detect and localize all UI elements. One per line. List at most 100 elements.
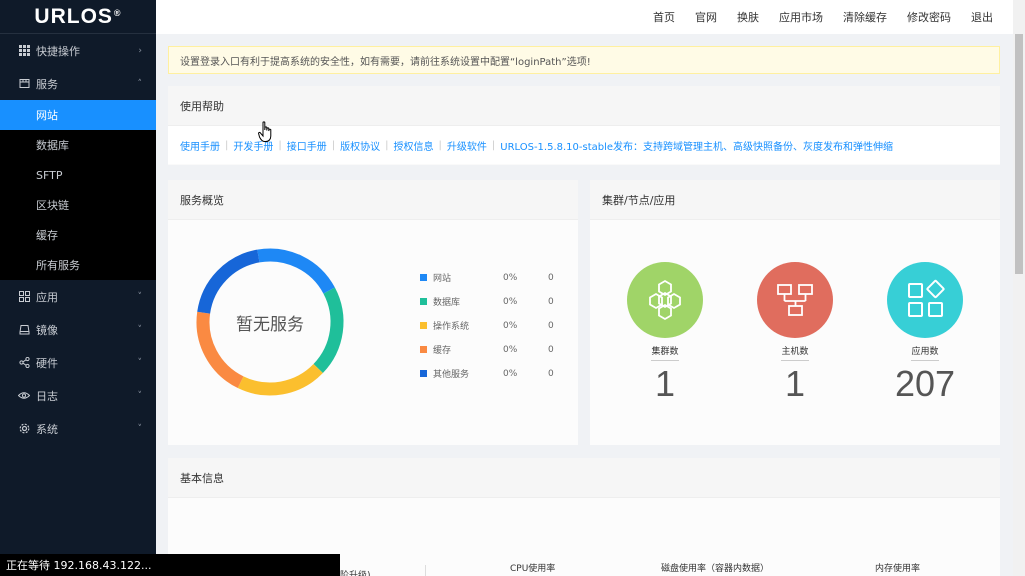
nav-link-clear-cache[interactable]: 清除缓存 bbox=[843, 9, 887, 25]
login-path-alert: 设置登录入口有利于提高系统的安全性，如有需要，请前往系统设置中配置“loginP… bbox=[168, 46, 1000, 74]
legend-count: 0 bbox=[548, 368, 554, 379]
stat-apps[interactable]: 应用数 207 bbox=[885, 262, 965, 405]
separator: | bbox=[491, 139, 496, 151]
separator: | bbox=[278, 139, 282, 151]
logo[interactable]: URLOS ® bbox=[0, 0, 156, 34]
stat-label: 集群数 bbox=[651, 344, 679, 361]
sidebar-item-label: 服务 bbox=[36, 77, 58, 91]
sidebar-item-images[interactable]: 镜像 ˅ bbox=[0, 313, 156, 346]
sidebar-item-label: 系统 bbox=[36, 422, 58, 436]
help-links: 使用手册 | 开发手册 | 接口手册 | 版权协议 | 授权信息 | 升级软件 | URLO… bbox=[168, 126, 1000, 164]
legend-percent: 0% bbox=[503, 296, 518, 307]
legend-item-os[interactable]: 操作系统 0% 0 bbox=[420, 319, 560, 332]
sidebar-item-label: 镜像 bbox=[36, 323, 58, 337]
nav-link-official-site[interactable]: 官网 bbox=[695, 9, 717, 25]
nav-link-logout[interactable]: 退出 bbox=[971, 9, 993, 25]
legend-swatch bbox=[420, 346, 427, 353]
legend-swatch bbox=[420, 298, 427, 305]
nav-link-skin[interactable]: 换肤 bbox=[737, 9, 759, 25]
sidebar-item-quick-actions[interactable]: 快捷操作 › bbox=[0, 34, 156, 67]
help-card: 使用帮助 使用手册 | 开发手册 | 接口手册 | 版权协议 | 授权信息 | 升级软件 |… bbox=[168, 86, 1000, 165]
help-link-auth-info[interactable]: 授权信息 bbox=[394, 138, 434, 153]
separator: | bbox=[385, 139, 389, 151]
separator: | bbox=[438, 139, 442, 151]
eye-icon bbox=[18, 390, 30, 402]
chevron-down-icon: ˅ bbox=[137, 423, 143, 434]
legend-item-database[interactable]: 数据库 0% 0 bbox=[420, 295, 560, 308]
separator: | bbox=[331, 139, 336, 151]
help-link-api-manual[interactable]: 接口手册 bbox=[287, 138, 327, 153]
legend-percent: 0% bbox=[503, 272, 518, 283]
donut-segment-other bbox=[197, 249, 260, 314]
nav-link-change-password[interactable]: 修改密码 bbox=[907, 9, 951, 25]
cluster-card: 集群/节点/应用 集群数 1 主机数 1 应用数 207 bbox=[590, 180, 1000, 445]
share-icon bbox=[18, 357, 30, 369]
stat-value: 1 bbox=[784, 363, 806, 404]
sidebar-item-label: 应用 bbox=[36, 290, 58, 304]
stat-circle bbox=[887, 262, 963, 338]
sidebar-item-system[interactable]: 系统 ˅ bbox=[0, 412, 156, 445]
donut-segment-website bbox=[257, 248, 335, 294]
status-text: 正在等待 192.168.43.122... bbox=[6, 559, 152, 572]
network-hosts-icon bbox=[777, 284, 813, 316]
legend-item-cache[interactable]: 缓存 0% 0 bbox=[420, 343, 560, 356]
legend-name: 操作系统 bbox=[433, 322, 470, 332]
legend-item-website[interactable]: 网站 0% 0 bbox=[420, 271, 560, 284]
scrollbar-thumb[interactable] bbox=[1015, 34, 1023, 274]
chevron-down-icon: ˅ bbox=[137, 324, 143, 335]
chevron-right-icon: › bbox=[138, 45, 142, 56]
donut-segment-os bbox=[237, 363, 323, 396]
legend-count: 0 bbox=[548, 320, 554, 331]
overview-title: 服务概览 bbox=[168, 180, 578, 220]
store-icon bbox=[18, 78, 30, 90]
nav-link-app-market[interactable]: 应用市场 bbox=[779, 9, 823, 25]
hand-cursor-icon bbox=[258, 121, 272, 142]
legend-count: 0 bbox=[548, 296, 554, 307]
legend-item-other[interactable]: 其他服务 0% 0 bbox=[420, 367, 560, 380]
sidebar-subitem-blockchain[interactable]: 区块链 bbox=[0, 190, 156, 220]
metric-label-memory: 内存使用率 bbox=[875, 564, 921, 574]
stat-hosts[interactable]: 主机数 1 bbox=[755, 262, 835, 405]
divider bbox=[425, 565, 426, 576]
legend-count: 0 bbox=[548, 272, 554, 283]
sidebar-item-hardware[interactable]: 硬件 ˅ bbox=[0, 346, 156, 379]
service-overview-card: 服务概览 暂无服务 网站 0% 0 数据库 0% 0 操作系统 0% 0 缓存 … bbox=[168, 180, 578, 445]
stat-clusters[interactable]: 集群数 1 bbox=[625, 262, 705, 405]
metric-label-cpu: CPU使用率 bbox=[510, 564, 556, 574]
top-header: 首页 官网 换肤 应用市场 清除缓存 修改密码 退出 bbox=[156, 0, 1013, 34]
metric-label-partial: 阶升级) bbox=[340, 571, 371, 576]
legend-swatch bbox=[420, 322, 427, 329]
sidebar-subitem-all-services[interactable]: 所有服务 bbox=[0, 250, 156, 280]
sidebar-item-label: 快捷操作 bbox=[36, 44, 80, 58]
sidebar-subitem-database[interactable]: 数据库 bbox=[0, 130, 156, 160]
stat-circle bbox=[757, 262, 833, 338]
stat-value: 207 bbox=[894, 363, 956, 404]
overview-body: 暂无服务 网站 0% 0 数据库 0% 0 操作系统 0% 0 缓存 0% 0 … bbox=[168, 220, 578, 445]
nav-link-home[interactable]: 首页 bbox=[653, 9, 675, 25]
vertical-scrollbar[interactable] bbox=[1013, 0, 1025, 576]
legend-percent: 0% bbox=[503, 320, 518, 331]
sidebar-item-label: 日志 bbox=[36, 389, 58, 403]
help-title: 使用帮助 bbox=[168, 86, 1000, 126]
sidebar-subitem-sftp[interactable]: SFTP bbox=[0, 160, 156, 190]
sidebar-item-logs[interactable]: 日志 ˅ bbox=[0, 379, 156, 412]
help-link-upgrade[interactable]: 升级软件 bbox=[447, 138, 487, 153]
sidebar-subitem-cache[interactable]: 缓存 bbox=[0, 220, 156, 250]
sidebar: URLOS ® 快捷操作 › 服务 ˄ 网站 数据库 SFTP 区块链 缓存 所有… bbox=[0, 0, 156, 576]
cluster-title: 集群/节点/应用 bbox=[590, 180, 1000, 220]
stat-label: 主机数 bbox=[781, 344, 809, 361]
legend-swatch bbox=[420, 274, 427, 281]
browser-status-bar: 正在等待 192.168.43.122... bbox=[0, 554, 340, 576]
gear-icon bbox=[18, 423, 30, 435]
sidebar-item-services[interactable]: 服务 ˄ bbox=[0, 67, 156, 100]
sidebar-item-apps[interactable]: 应用 ˅ bbox=[0, 280, 156, 313]
help-link-license[interactable]: 版权协议 bbox=[340, 138, 380, 153]
basic-info-title: 基本信息 bbox=[168, 458, 1000, 498]
help-link-user-manual[interactable]: 使用手册 bbox=[180, 138, 220, 153]
chevron-down-icon: ˅ bbox=[137, 291, 143, 302]
help-link-release-notes[interactable]: URLOS-1.5.8.10-stable发布：支持跨域管理主机、高级快照备份、… bbox=[500, 138, 893, 153]
sidebar-subitem-website[interactable]: 网站 bbox=[0, 100, 156, 130]
legend-name: 缓存 bbox=[433, 346, 452, 356]
donut-center-text: 暂无服务 bbox=[236, 315, 304, 335]
alert-text: 设置登录入口有利于提高系统的安全性，如有需要，请前往系统设置中配置“loginP… bbox=[180, 56, 591, 68]
